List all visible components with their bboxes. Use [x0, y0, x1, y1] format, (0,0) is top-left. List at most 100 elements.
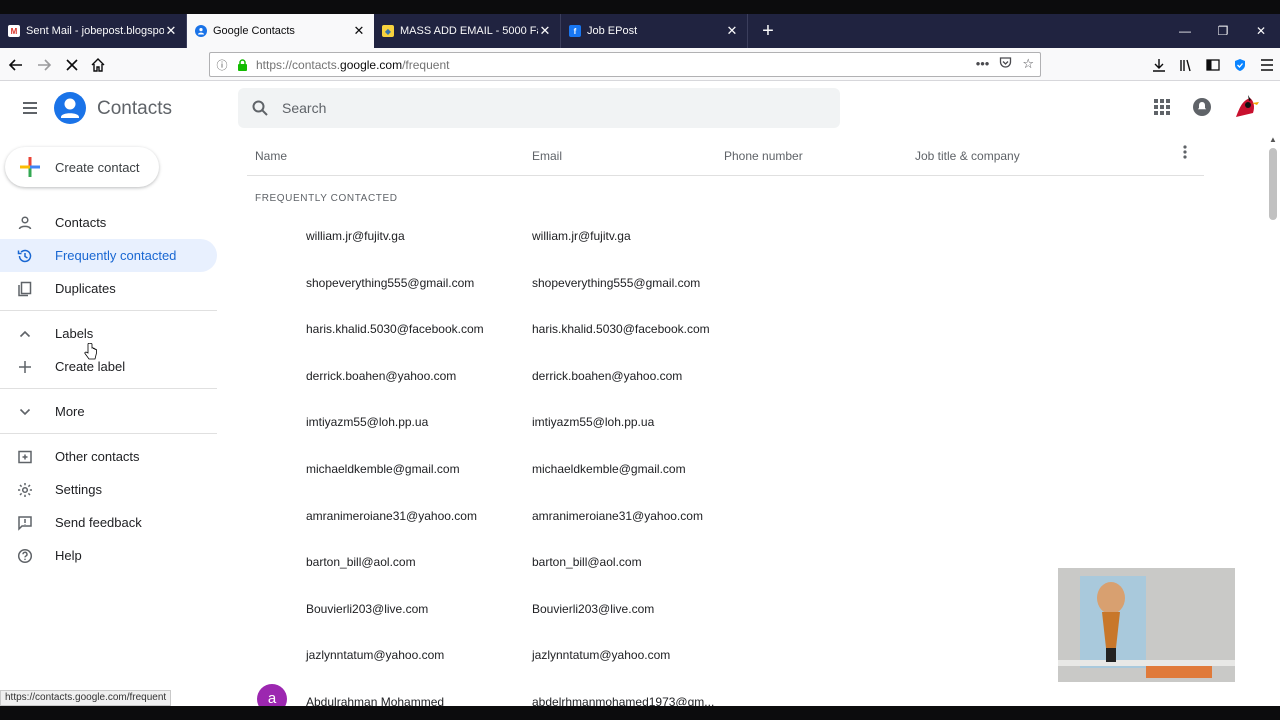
- section-label: FREQUENTLY CONTACTED: [255, 193, 398, 204]
- close-tab-icon[interactable]: ✕: [725, 23, 739, 39]
- create-label-button[interactable]: Create label: [0, 350, 217, 383]
- table-row[interactable]: michaeldkemble@gmail.com michaeldkemble@g…: [247, 445, 1204, 492]
- more-label: More: [55, 404, 85, 419]
- extension-shield-icon[interactable]: [1226, 53, 1253, 77]
- search-bar[interactable]: [238, 88, 840, 128]
- minimize-icon[interactable]: —: [1166, 14, 1204, 48]
- stop-icon: [66, 59, 78, 71]
- table-row[interactable]: shopeverything555@gmail.com shopeverythin…: [247, 259, 1204, 306]
- add-box-icon: [0, 449, 55, 465]
- sidebar-item-other-contacts[interactable]: Other contacts: [0, 440, 217, 473]
- contact-name: jazlynntatum@yahoo.com: [306, 648, 445, 663]
- pocket-icon[interactable]: [999, 56, 1012, 72]
- header-actions: [1150, 91, 1262, 123]
- table-row[interactable]: amranimeroiane31@yahoo.com amranimeroiane…: [247, 492, 1204, 539]
- sidebar-item-duplicates[interactable]: Duplicates: [0, 272, 217, 305]
- gear-icon: [0, 482, 55, 498]
- sidebar-item-help[interactable]: Help: [0, 539, 217, 572]
- info-icon[interactable]: ⓘ: [210, 57, 234, 73]
- new-tab-button[interactable]: +: [748, 14, 788, 48]
- close-window-icon[interactable]: ✕: [1242, 14, 1280, 48]
- column-header-name[interactable]: Name: [255, 149, 287, 163]
- table-row[interactable]: a Abdulrahman Mohammed abdelrhmanmohamed…: [247, 678, 1204, 706]
- multicolor-plus-icon: [5, 156, 55, 178]
- bookmark-star-icon[interactable]: ☆: [1022, 56, 1034, 72]
- url-scheme: https://contacts.: [256, 57, 341, 72]
- window-controls: — ❐ ✕: [1166, 14, 1280, 48]
- window-top-border: [0, 0, 1280, 14]
- mouse-cursor-icon: [84, 342, 98, 361]
- tab-sent-mail[interactable]: M Sent Mail - jobepost.blogspot@ ✕: [0, 14, 187, 48]
- table-header: Name Email Phone number Job title & comp…: [247, 141, 1204, 176]
- contact-email: haris.khalid.5030@facebook.com: [532, 322, 710, 337]
- tab-mass-add-email[interactable]: ◆ MASS ADD EMAIL - 5000 Face ✕: [374, 14, 561, 48]
- notifications-icon[interactable]: [1190, 95, 1214, 119]
- more-toggle[interactable]: More: [0, 395, 217, 428]
- contact-email: michaeldkemble@gmail.com: [532, 461, 686, 476]
- chevron-up-icon: [0, 330, 55, 338]
- account-avatar[interactable]: [1230, 91, 1262, 123]
- contact-name: michaeldkemble@gmail.com: [306, 461, 460, 476]
- forward-arrow-icon: [38, 59, 52, 71]
- search-icon[interactable]: [238, 99, 282, 117]
- home-icon: [91, 58, 105, 72]
- close-tab-icon[interactable]: ✕: [352, 23, 366, 39]
- table-row[interactable]: william.jr@fujitv.ga william.jr@fujitv.ga: [247, 212, 1204, 259]
- menu-icon[interactable]: [1253, 53, 1280, 77]
- contact-email: abdelrhmanmohamed1973@gm...: [532, 694, 715, 706]
- contacts-icon: [195, 25, 207, 37]
- sidebar-item-contacts[interactable]: Contacts: [0, 206, 217, 239]
- labels-header[interactable]: Labels: [0, 317, 217, 350]
- sidebar-item-settings[interactable]: Settings: [0, 473, 217, 506]
- status-bar-url: https://contacts.google.com/frequent: [0, 690, 172, 706]
- stop-button[interactable]: [60, 53, 84, 77]
- facebook-icon: f: [569, 25, 581, 37]
- sidebar-item-label: Contacts: [55, 215, 107, 230]
- restore-icon[interactable]: ❐: [1204, 14, 1242, 48]
- column-header-email[interactable]: Email: [532, 149, 562, 163]
- main-menu-button[interactable]: [20, 98, 40, 118]
- avatar: a: [257, 683, 287, 706]
- more-vert-icon[interactable]: [1183, 145, 1187, 162]
- forward-button[interactable]: [32, 53, 56, 77]
- contact-email: Bouvierli203@live.com: [532, 601, 655, 616]
- page-actions-icon[interactable]: •••: [976, 56, 990, 72]
- home-button[interactable]: [86, 53, 110, 77]
- downloads-icon[interactable]: [1145, 53, 1172, 77]
- person-icon: [0, 215, 55, 231]
- app-title: Contacts: [97, 98, 172, 119]
- library-icon[interactable]: [1172, 53, 1199, 77]
- labels-header-label: Labels: [55, 326, 94, 341]
- sidebar-item-label: Other contacts: [55, 449, 140, 464]
- sidebar-item-send-feedback[interactable]: Send feedback: [0, 506, 217, 539]
- lock-icon[interactable]: [234, 57, 250, 73]
- scrollbar-thumb[interactable]: [1269, 148, 1277, 220]
- close-tab-icon[interactable]: ✕: [164, 23, 178, 39]
- contact-name: imtiyazm55@loh.pp.ua: [306, 415, 429, 430]
- tab-strip: M Sent Mail - jobepost.blogspot@ ✕ Googl…: [0, 14, 1280, 48]
- window-bottom-border: [0, 706, 1280, 720]
- url-host: google.com: [340, 57, 403, 72]
- close-tab-icon[interactable]: ✕: [538, 23, 552, 39]
- back-button[interactable]: [4, 53, 28, 77]
- tab-title: MASS ADD EMAIL - 5000 Face: [400, 25, 538, 37]
- column-header-phone[interactable]: Phone number: [724, 149, 803, 163]
- table-row[interactable]: haris.khalid.5030@facebook.com haris.khal…: [247, 305, 1204, 352]
- scrollbar[interactable]: ▲: [1266, 133, 1280, 706]
- table-row[interactable]: imtiyazm55@loh.pp.ua imtiyazm55@loh.pp.ua: [247, 398, 1204, 445]
- hamburger-icon: [23, 102, 37, 114]
- column-header-job[interactable]: Job title & company: [915, 149, 1020, 163]
- search-input[interactable]: [282, 100, 782, 116]
- sidebar-nav: Contacts Frequently contacted Duplicates…: [0, 206, 217, 572]
- tab-google-contacts[interactable]: Google Contacts ✕: [187, 14, 374, 48]
- scroll-up-icon[interactable]: ▲: [1269, 135, 1277, 144]
- sidebar-item-label: Frequently contacted: [55, 248, 177, 263]
- sidebar-item-frequently-contacted[interactable]: Frequently contacted: [0, 239, 217, 272]
- contact-name: amranimeroiane31@yahoo.com: [306, 508, 477, 523]
- address-bar[interactable]: ⓘ https://contacts.google.com/frequent •…: [209, 52, 1041, 77]
- create-contact-button[interactable]: Create contact: [5, 147, 159, 187]
- tab-job-epost[interactable]: f Job EPost ✕: [561, 14, 748, 48]
- apps-grid-icon[interactable]: [1150, 95, 1174, 119]
- sidebar-toggle-icon[interactable]: [1199, 53, 1226, 77]
- table-row[interactable]: derrick.boahen@yahoo.com derrick.boahen@y…: [247, 352, 1204, 399]
